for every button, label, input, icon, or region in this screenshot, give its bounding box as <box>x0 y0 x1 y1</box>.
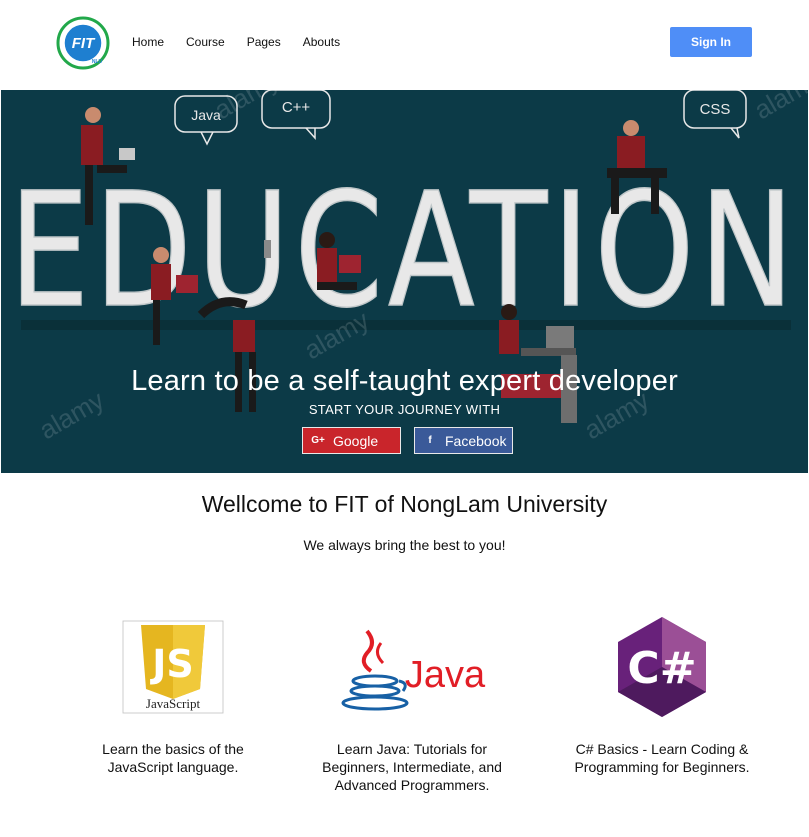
fit-logo[interactable]: FIT NLU <box>56 16 110 70</box>
course-card-csharp[interactable]: C# C# Basics - Learn Coding & Programmin… <box>562 612 762 776</box>
hero-title: Learn to be a self-taught expert develop… <box>131 365 678 397</box>
js-logo-text: JS <box>149 642 194 686</box>
svg-text:alamy: alamy <box>749 90 808 125</box>
facebook-button-label: Facebook <box>445 432 507 449</box>
main-nav: Home Course Pages Abouts <box>132 35 362 49</box>
nav-home[interactable]: Home <box>132 35 164 49</box>
welcome-title: Wellcome to FIT of NongLam University <box>201 491 608 517</box>
hero-big-word: EDUCATION <box>9 159 799 343</box>
java-logo: Java <box>312 612 512 722</box>
welcome-tagline: We always bring the best to you! <box>303 537 506 553</box>
facebook-login-button[interactable]: f Facebook <box>414 427 513 454</box>
google-login-button[interactable]: G+ Google <box>302 427 401 454</box>
js-logo-caption: JavaScript <box>146 696 201 711</box>
bubble-cpp-text: C++ <box>282 99 311 116</box>
csharp-logo-text: C# <box>627 643 696 694</box>
course-card-java[interactable]: Java Learn Java: Tutorials for Beginners… <box>312 612 512 794</box>
hero-subtitle: START YOUR JOURNEY WITH <box>308 402 501 417</box>
course-card-javascript[interactable]: JS JavaScript Learn the basics of the Ja… <box>73 612 273 776</box>
course-description-csharp: C# Basics - Learn Coding & Programming f… <box>574 741 750 775</box>
google-button-label: Google <box>333 432 379 449</box>
header: FIT NLU Home Course Pages Abouts Sign In <box>0 0 809 90</box>
java-logo-text: Java <box>405 654 486 696</box>
bubble-css-text: CSS <box>700 101 731 118</box>
nav-abouts[interactable]: Abouts <box>303 35 340 49</box>
logo-text: FIT <box>72 35 96 52</box>
nav-course[interactable]: Course <box>186 35 225 49</box>
facebook-icon: f <box>428 435 432 446</box>
sign-in-button[interactable]: Sign In <box>670 27 752 57</box>
svg-text:alamy: alamy <box>209 90 284 125</box>
course-description-javascript: Learn the basics of the JavaScript langu… <box>102 741 244 775</box>
course-description-java: Learn Java: Tutorials for Beginners, Int… <box>322 741 502 793</box>
nav-pages[interactable]: Pages <box>247 35 281 49</box>
javascript-logo: JS JavaScript <box>73 612 273 722</box>
logo-sub-text: NLU <box>92 59 103 65</box>
google-plus-icon: G+ <box>311 435 325 446</box>
csharp-logo: C# <box>562 612 762 722</box>
hero-banner: EDUCATION Java C++ CSS alamy alamy alamy… <box>1 90 808 473</box>
